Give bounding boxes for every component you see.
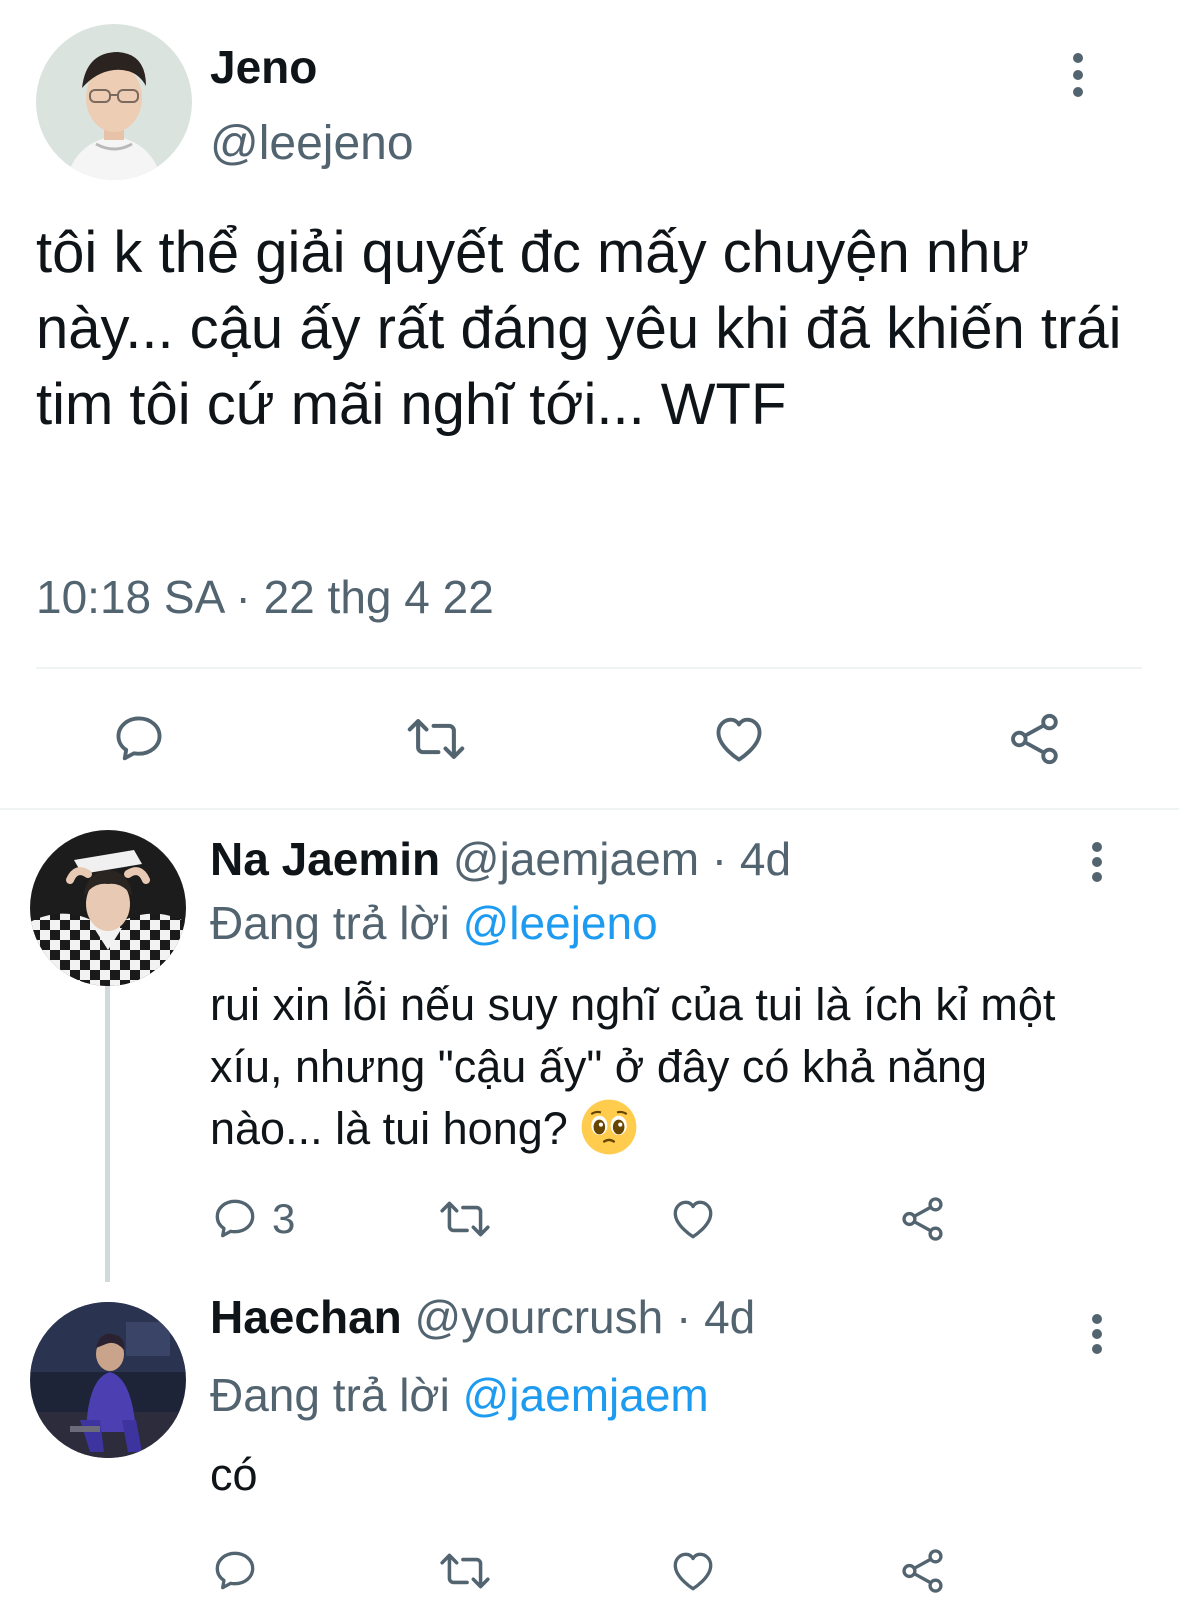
- more-vertical-icon[interactable]: [1071, 53, 1085, 97]
- share-icon: [902, 1197, 943, 1241]
- reply-button[interactable]: [110, 710, 168, 768]
- reply-button[interactable]: 3: [210, 1194, 295, 1244]
- replying-prefix: Đang trả lời: [210, 897, 450, 949]
- mention-link[interactable]: @leejeno: [463, 897, 658, 949]
- speech-bubble-icon: [215, 1551, 255, 1590]
- more-vertical-icon[interactable]: [1090, 842, 1104, 882]
- reply-text: có: [210, 1449, 258, 1500]
- reply-button[interactable]: [210, 1546, 260, 1596]
- share-button[interactable]: [1006, 710, 1064, 768]
- reply-count: 3: [272, 1195, 296, 1242]
- reply-author-handle[interactable]: @yourcrush: [415, 1291, 664, 1343]
- jeno-avatar-image: [36, 24, 192, 180]
- reply-author-name[interactable]: Haechan: [210, 1291, 402, 1343]
- heart-icon: [716, 717, 762, 762]
- retweet-button[interactable]: [438, 1546, 492, 1596]
- haechan-avatar-image: [30, 1302, 186, 1458]
- share-button[interactable]: [898, 1194, 948, 1244]
- heart-icon: [673, 1552, 713, 1591]
- retweet-button[interactable]: [405, 710, 467, 768]
- replying-prefix: Đang trả lời: [210, 1369, 450, 1421]
- share-icon: [1011, 713, 1058, 765]
- reply-author-handle[interactable]: @jaemjaem: [453, 833, 699, 885]
- reply-header: Haechan @yourcrush · 4d: [210, 1290, 755, 1344]
- mention-link[interactable]: @jaemjaem: [463, 1369, 709, 1421]
- like-button[interactable]: [668, 1546, 718, 1596]
- speech-bubble-icon: [215, 1199, 255, 1238]
- avatar[interactable]: [36, 24, 192, 180]
- like-button[interactable]: [710, 710, 768, 768]
- divider: [36, 667, 1142, 669]
- retweet-icon: [440, 1553, 490, 1589]
- reply-age: · 4d: [711, 833, 792, 885]
- tweet-timestamp[interactable]: 10:18 SA · 22 thg 4 22: [36, 570, 494, 624]
- retweet-icon: [440, 1201, 490, 1237]
- retweet-icon: [407, 719, 465, 759]
- share-icon: [902, 1549, 943, 1593]
- replying-to: Đang trả lời @jaemjaem: [210, 1368, 709, 1422]
- author-name[interactable]: Jeno: [210, 40, 317, 94]
- jaemin-avatar-image: [30, 830, 186, 986]
- retweet-button[interactable]: [438, 1194, 492, 1244]
- more-vertical-icon[interactable]: [1090, 1314, 1104, 1354]
- divider: [0, 808, 1179, 810]
- main-tweet: Jeno @leejeno tôi k thể giải quyết đc mấ…: [0, 0, 1179, 810]
- like-button[interactable]: [668, 1194, 718, 1244]
- pleading-face-emoji: [581, 1099, 637, 1155]
- reply-text-block: rui xin lỗi nếu suy nghĩ của tui là ích …: [210, 974, 1110, 1160]
- avatar[interactable]: [30, 1302, 186, 1458]
- reply-age: · 4d: [675, 1291, 756, 1343]
- heart-icon: [673, 1200, 713, 1239]
- reply-author-name[interactable]: Na Jaemin: [210, 833, 440, 885]
- replying-to: Đang trả lời @leejeno: [210, 896, 658, 950]
- tweet-text: tôi k thể giải quyết đc mấy chuyện như n…: [36, 220, 1122, 437]
- share-button[interactable]: [898, 1546, 948, 1596]
- author-handle[interactable]: @leejeno: [210, 116, 414, 171]
- reply-header: Na Jaemin @jaemjaem · 4d: [210, 832, 791, 886]
- speech-bubble-icon: [116, 716, 162, 761]
- avatar[interactable]: [30, 830, 186, 986]
- thread-line: [105, 980, 110, 1282]
